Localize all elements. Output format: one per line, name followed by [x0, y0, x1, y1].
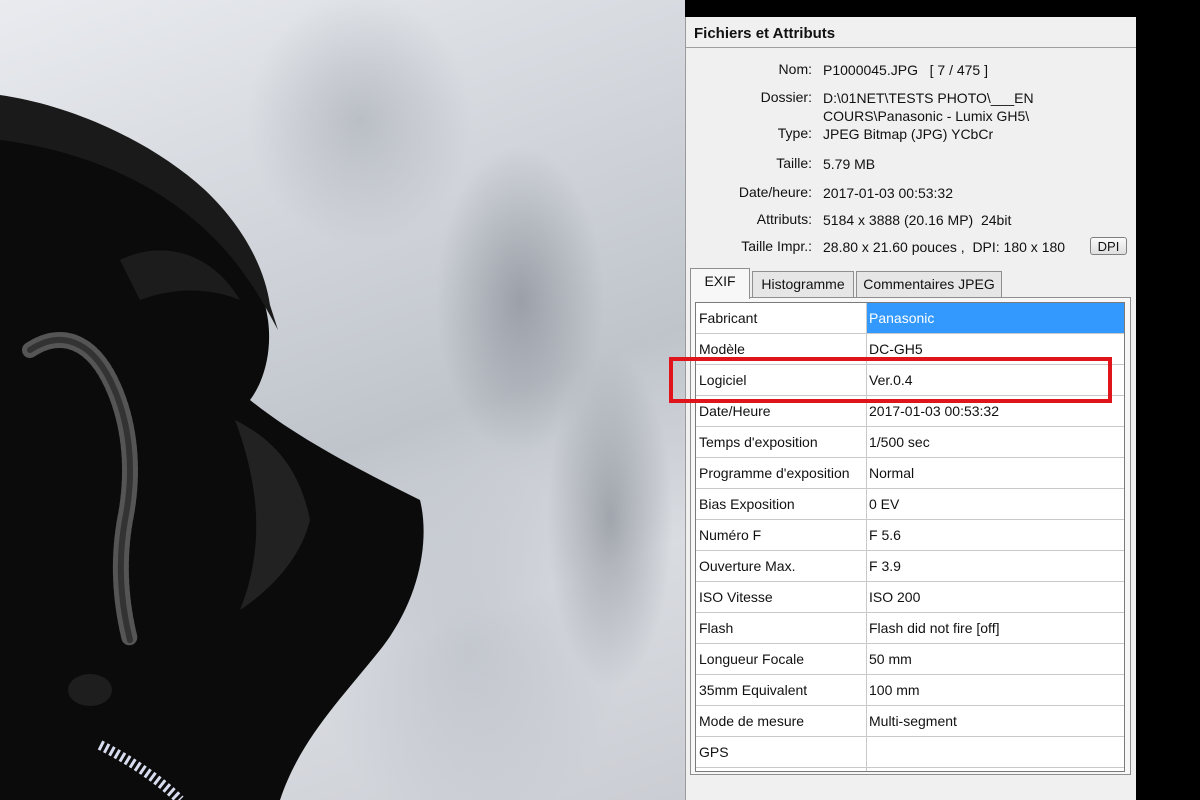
hooded-jacket-image: [0, 95, 424, 800]
exif-value: 1/500 sec: [869, 434, 930, 450]
exif-key: Ouverture Max.: [699, 558, 796, 574]
table-row[interactable]: Flash Flash did not fire [off]: [696, 613, 1124, 644]
table-row[interactable]: Mode de mesure Multi-segment: [696, 706, 1124, 737]
table-row[interactable]: Temps d'exposition 1/500 sec: [696, 427, 1124, 458]
exif-value: Multi-segment: [869, 713, 957, 729]
panel-title: Fichiers et Attributs: [694, 25, 836, 42]
table-row[interactable]: Programme d'exposition Normal: [696, 458, 1124, 489]
exif-value: 50 mm: [869, 651, 912, 667]
photo-preview: [0, 0, 685, 800]
info-value: 5.79 MB: [823, 156, 876, 172]
info-value: P1000045.JPG [ 7 / 475 ]: [823, 62, 988, 78]
logiciel-highlight-box: [669, 357, 1112, 403]
info-label: Taille Impr.:: [741, 238, 812, 254]
info-folder-cont: COURS\Panasonic - Lumix GH5\: [686, 107, 1132, 127]
exif-key: Bias Exposition: [699, 496, 795, 512]
exif-value: 100 mm: [869, 682, 920, 698]
table-row[interactable]: Bias Exposition 0 EV: [696, 489, 1124, 520]
table-row[interactable]: ISO Vitesse ISO 200: [696, 582, 1124, 613]
info-name: Nom: P1000045.JPG [ 7 / 475 ]: [686, 61, 1132, 81]
info-print-size: Taille Impr.: 28.80 x 21.60 pouces , DPI…: [686, 238, 1132, 258]
info-label: Dossier:: [760, 89, 812, 105]
tab-histogram[interactable]: Histogramme: [752, 271, 854, 297]
info-value: 5184 x 3888 (20.16 MP) 24bit: [823, 212, 1012, 228]
dpi-button[interactable]: DPI: [1090, 237, 1127, 255]
info-label: Type:: [777, 125, 812, 141]
info-value: 28.80 x 21.60 pouces , DPI: 180 x 180: [823, 239, 1066, 255]
exif-key: Numéro F: [699, 527, 762, 543]
info-folder: Dossier: D:\01NET\TESTS PHOTO\___EN: [686, 89, 1132, 109]
exif-value: Normal: [869, 465, 915, 481]
exif-value: 0 EV: [869, 496, 900, 512]
exif-key: Mode de mesure: [699, 713, 805, 729]
exif-key: Temps d'exposition: [699, 434, 818, 450]
exif-key: ISO Vitesse: [699, 589, 773, 605]
exif-key: GPS: [699, 744, 729, 760]
info-label: Taille:: [776, 155, 812, 171]
table-row[interactable]: Ouverture Max. F 3.9: [696, 551, 1124, 582]
table-row[interactable]: Numéro F F 5.6: [696, 520, 1124, 551]
exif-value: F 5.6: [869, 527, 901, 543]
exif-key: 35mm Equivalent: [699, 682, 808, 698]
info-value: COURS\Panasonic - Lumix GH5\: [823, 108, 1030, 124]
exif-value: Flash did not fire [off]: [869, 620, 1000, 636]
info-size: Taille: 5.79 MB: [686, 155, 1132, 175]
tab-jpeg-comments[interactable]: Commentaires JPEG: [856, 271, 1002, 297]
title-divider: [686, 47, 1136, 48]
tab-exif[interactable]: EXIF: [690, 268, 750, 299]
exif-key: Programme d'exposition: [699, 465, 850, 481]
table-row[interactable]: GPS: [696, 737, 1124, 768]
exif-value: Panasonic: [867, 303, 1124, 333]
info-label: Date/heure:: [738, 184, 812, 200]
right-border-strip: [1136, 0, 1200, 800]
exif-key: Longueur Focale: [699, 651, 805, 667]
exif-key: Fabricant: [699, 310, 758, 326]
info-type: Type: JPEG Bitmap (JPG) YCbCr: [686, 125, 1132, 145]
info-value: JPEG Bitmap (JPG) YCbCr: [823, 126, 994, 142]
exif-value: [867, 737, 1124, 767]
table-row[interactable]: Longueur Focale 50 mm: [696, 644, 1124, 675]
exif-value: ISO 200: [869, 589, 921, 605]
table-row[interactable]: Fabricant Panasonic: [696, 303, 1124, 334]
info-label: Nom:: [778, 61, 812, 77]
table-row[interactable]: 35mm Equivalent 100 mm: [696, 675, 1124, 706]
info-datetime: Date/heure: 2017-01-03 00:53:32: [686, 184, 1132, 204]
info-label: Attributs:: [756, 211, 812, 227]
info-attributes: Attributs: 5184 x 3888 (20.16 MP) 24bit: [686, 211, 1132, 231]
exif-value: F 3.9: [869, 558, 901, 574]
info-value: 2017-01-03 00:53:32: [823, 185, 953, 201]
info-value: D:\01NET\TESTS PHOTO\___EN: [823, 90, 1034, 106]
file-attributes-panel: Fichiers et Attributs Nom: P1000045.JPG …: [685, 17, 1136, 800]
exif-key: Flash: [699, 620, 734, 636]
